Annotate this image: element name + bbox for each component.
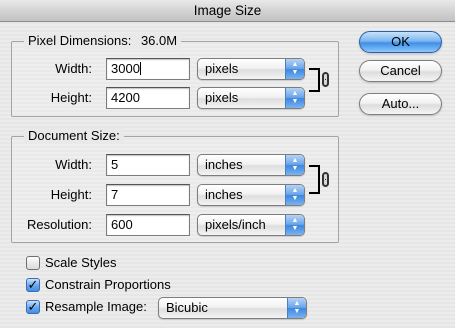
- pixel-dimensions-legend-label: Pixel Dimensions:: [28, 33, 132, 48]
- pixel-height-label: Height:: [50, 90, 92, 105]
- pixel-height-unit-select[interactable]: pixels ▲ ▼: [197, 87, 305, 109]
- pixel-constrain-bracket: [309, 68, 320, 92]
- doc-width-value: 5: [111, 157, 119, 172]
- doc-width-field[interactable]: 5: [106, 154, 190, 176]
- doc-height-value: 7: [111, 187, 119, 202]
- document-size-legend: Document Size:: [24, 128, 124, 144]
- up-down-arrows-icon: ▲ ▼: [285, 215, 304, 235]
- doc-width-unit-select[interactable]: inches ▲ ▼: [197, 154, 305, 176]
- pixel-dimensions-size: 36.0M: [140, 33, 178, 48]
- title-bar: Image Size: [0, 0, 455, 22]
- doc-height-unit-value: inches: [205, 187, 243, 202]
- constrain-proportions-checkbox[interactable]: ✓: [26, 278, 40, 292]
- resolution-label: Resolution:: [26, 217, 92, 232]
- checkmark-icon: ✓: [27, 299, 39, 314]
- text-caret: [139, 62, 141, 75]
- up-down-arrows-icon: ▲ ▼: [285, 88, 304, 108]
- doc-height-unit-select[interactable]: inches ▲ ▼: [197, 184, 305, 206]
- scale-styles-label: Scale Styles: [45, 255, 117, 270]
- pixel-height-field[interactable]: 4200: [106, 87, 190, 109]
- pixel-height-value: 4200: [111, 90, 140, 105]
- up-down-arrows-icon: ▲ ▼: [285, 185, 304, 205]
- resolution-value: 600: [111, 217, 133, 232]
- pixel-dimensions-legend: Pixel Dimensions: 36.0M: [24, 33, 182, 49]
- resample-image-label: Resample Image:: [45, 299, 147, 314]
- up-down-arrows-icon: ▲ ▼: [285, 59, 304, 79]
- chain-link-icon: [322, 72, 329, 87]
- doc-height-field[interactable]: 7: [106, 184, 190, 206]
- pixel-width-label: Width:: [55, 61, 92, 76]
- pixel-width-value: 3000: [111, 61, 140, 76]
- doc-width-unit-value: inches: [205, 157, 243, 172]
- cancel-button[interactable]: Cancel: [359, 60, 442, 82]
- resample-method-value: Bicubic: [166, 300, 208, 315]
- up-down-arrows-icon: ▲ ▼: [285, 155, 304, 175]
- doc-constrain-bracket: [309, 165, 320, 194]
- resample-method-select[interactable]: Bicubic ▲ ▼: [158, 297, 307, 319]
- window-title: Image Size: [193, 3, 262, 18]
- resolution-unit-value: pixels/inch: [205, 217, 266, 232]
- constrain-proportions-label: Constrain Proportions: [45, 277, 171, 292]
- doc-width-label: Width:: [55, 157, 92, 172]
- pixel-width-unit-value: pixels: [205, 61, 239, 76]
- doc-height-label: Height:: [50, 187, 92, 202]
- resample-image-checkbox[interactable]: ✓: [26, 300, 40, 314]
- ok-button[interactable]: OK: [359, 31, 442, 53]
- resolution-unit-select[interactable]: pixels/inch ▲ ▼: [197, 214, 305, 236]
- auto-button[interactable]: Auto...: [359, 93, 442, 115]
- resolution-field[interactable]: 600: [106, 214, 190, 236]
- pixel-width-field[interactable]: 3000: [106, 58, 190, 80]
- pixel-width-unit-select[interactable]: pixels ▲ ▼: [197, 58, 305, 80]
- pixel-height-unit-value: pixels: [205, 90, 239, 105]
- chain-link-icon: [322, 172, 329, 187]
- scale-styles-checkbox[interactable]: [26, 256, 40, 270]
- checkmark-icon: ✓: [27, 277, 39, 292]
- up-down-arrows-icon: ▲ ▼: [287, 298, 306, 318]
